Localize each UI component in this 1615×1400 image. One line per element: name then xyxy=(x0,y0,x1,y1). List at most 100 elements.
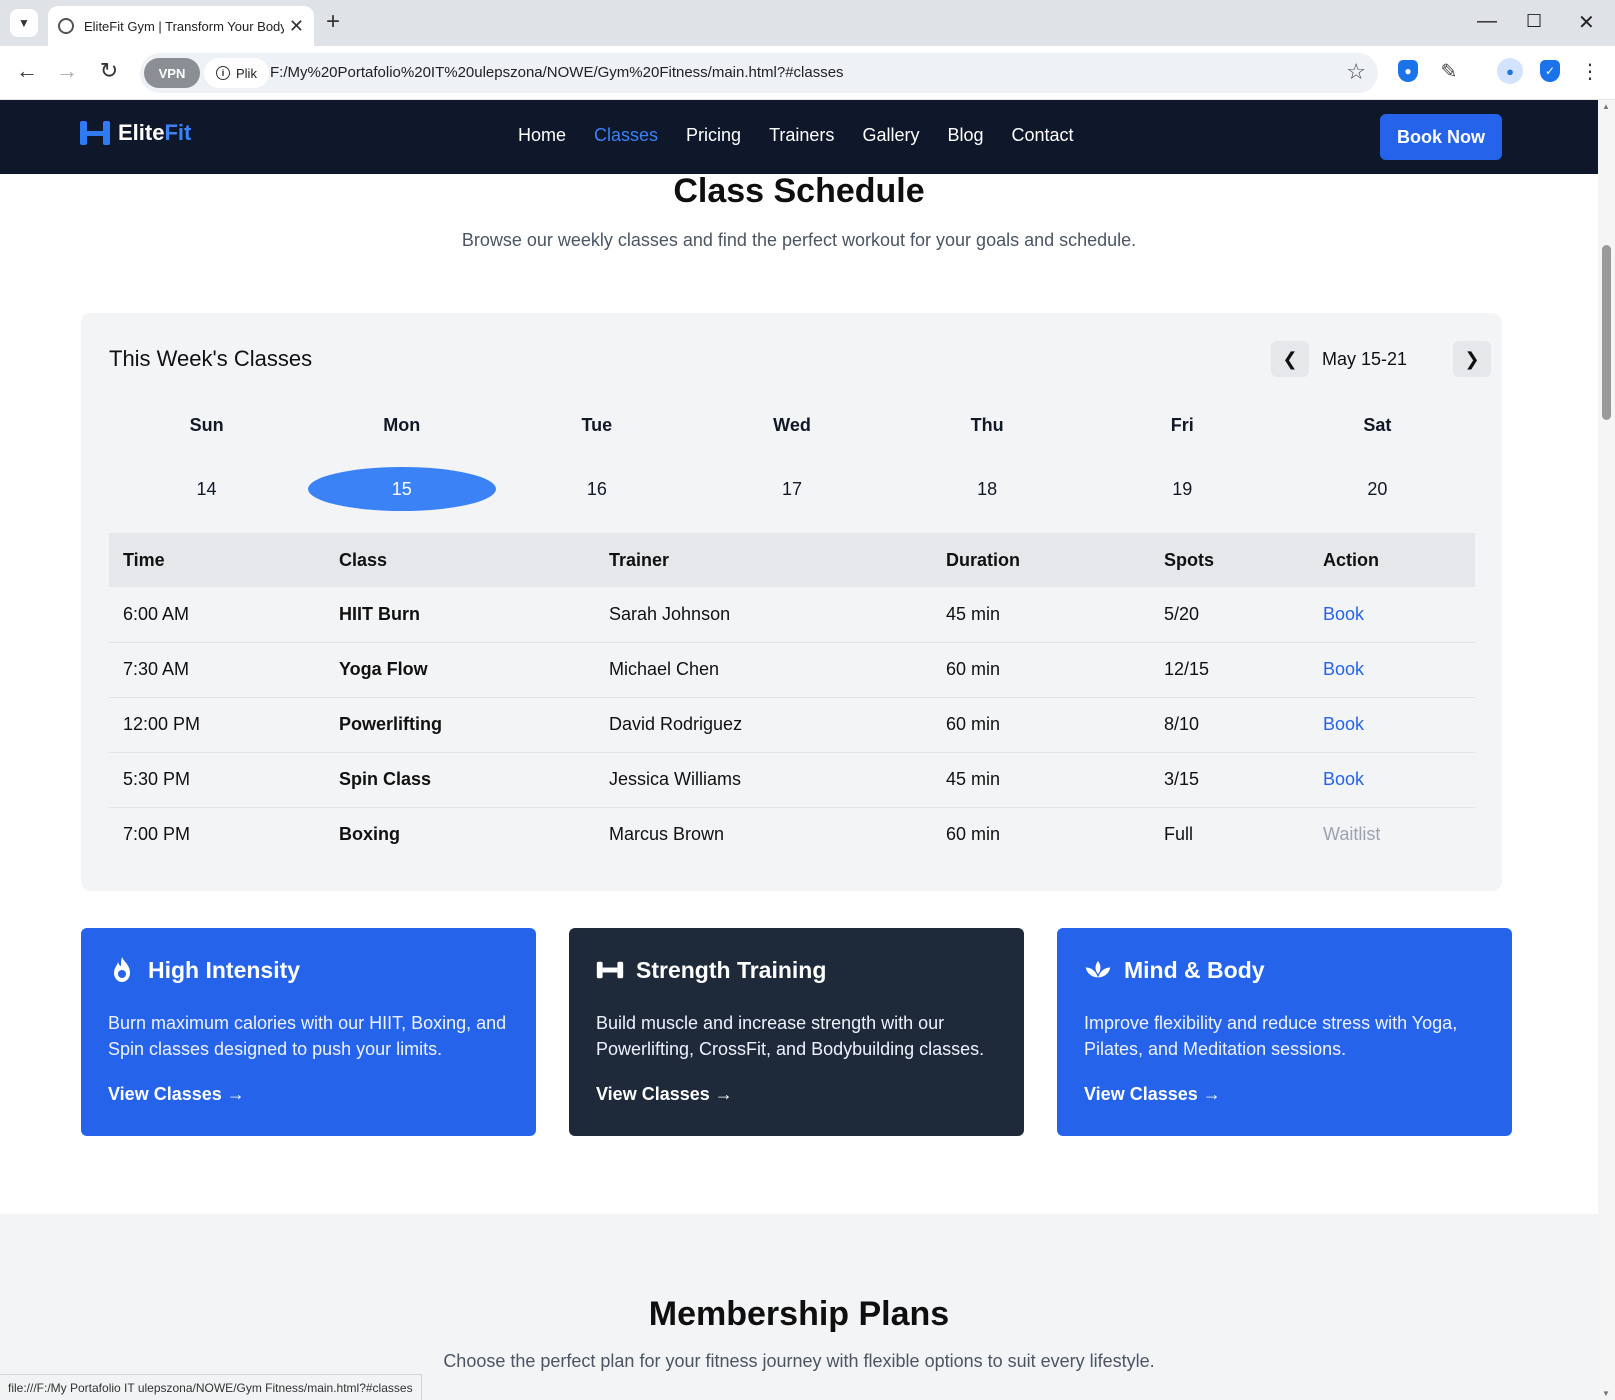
feature-description: Improve flexibility and reduce stress wi… xyxy=(1084,1013,1458,1059)
address-bar[interactable]: VPN i Plik F:/My%20Portafolio%20IT%20ule… xyxy=(140,53,1378,93)
day-number[interactable]: 16 xyxy=(503,467,691,511)
nav-gallery[interactable]: Gallery xyxy=(862,125,919,146)
nav-pricing[interactable]: Pricing xyxy=(686,125,741,146)
scroll-thumb[interactable] xyxy=(1602,245,1611,420)
day-name: Sun xyxy=(189,415,224,435)
browser-menu-icon[interactable]: ⋮ xyxy=(1577,58,1603,84)
nav-trainers[interactable]: Trainers xyxy=(769,125,834,146)
cell-class: HIIT Burn xyxy=(325,587,595,643)
table-row: 7:00 PM Boxing Marcus Brown 60 min Full … xyxy=(109,807,1475,862)
table-row: 6:00 AM HIIT Burn Sarah Johnson 45 min 5… xyxy=(109,587,1475,643)
col-header-spots: Spots xyxy=(1150,533,1309,587)
globe-icon xyxy=(58,18,74,34)
day-number[interactable]: 20 xyxy=(1283,467,1471,511)
view-classes-link[interactable]: View Classes → xyxy=(108,1084,245,1105)
cell-class: Boxing xyxy=(339,824,400,845)
prev-week-chevron-icon[interactable]: ❮ xyxy=(1271,341,1309,377)
lotus-icon xyxy=(1084,956,1112,984)
security-check-icon[interactable]: ✓ xyxy=(1537,58,1563,84)
col-header-time: Time xyxy=(109,533,325,587)
flame-icon xyxy=(108,956,136,984)
day-number[interactable]: 18 xyxy=(893,467,1081,511)
week-title: This Week's Classes xyxy=(109,346,313,371)
day-column[interactable]: Tue 16 xyxy=(499,413,694,511)
minimize-icon[interactable]: — xyxy=(1477,10,1497,33)
day-number-selected[interactable]: 15 xyxy=(307,467,496,511)
scroll-down-arrow-icon[interactable]: ▼ xyxy=(1602,1389,1610,1398)
back-arrow-icon[interactable]: ← xyxy=(12,58,42,84)
browser-tab-bar: ▼ EliteFit Gym | Transform Your Body ✕ +… xyxy=(0,0,1615,46)
book-now-button[interactable]: Book Now xyxy=(1380,114,1502,160)
day-column[interactable]: Wed 17 xyxy=(694,413,889,511)
extensions-puzzle-icon[interactable]: ✎ xyxy=(1436,58,1462,84)
cell-duration: 45 min xyxy=(932,587,1150,643)
page-scrollbar[interactable]: ▲ ▼ xyxy=(1598,100,1615,1400)
day-number[interactable]: 19 xyxy=(1088,467,1276,511)
day-column[interactable]: Fri 19 xyxy=(1085,413,1280,511)
view-classes-link[interactable]: View Classes → xyxy=(596,1084,733,1105)
main-nav: Home Classes Pricing Trainers Gallery Bl… xyxy=(518,125,1074,146)
browser-toolbar: ← → ↻ VPN i Plik F:/My%20Portafolio%20IT… xyxy=(0,46,1615,100)
cell-spots: 3/15 xyxy=(1150,752,1309,808)
book-link[interactable]: Book xyxy=(1323,714,1364,734)
nav-blog[interactable]: Blog xyxy=(947,125,983,146)
cell-trainer: Jessica Williams xyxy=(595,752,932,808)
book-link[interactable]: Book xyxy=(1323,659,1364,679)
nav-home[interactable]: Home xyxy=(518,125,566,146)
book-link[interactable]: Book xyxy=(1323,769,1364,789)
cell-trainer: Michael Chen xyxy=(595,642,932,698)
site-info-chip[interactable]: i Plik xyxy=(204,58,269,88)
day-column[interactable]: Sat 20 xyxy=(1280,413,1475,511)
day-number[interactable]: 14 xyxy=(113,467,301,511)
day-column[interactable]: Sun 14 xyxy=(109,413,304,511)
feature-card-strength-training: Strength Training Build muscle and incre… xyxy=(569,928,1024,1136)
schedule-subtitle: Browse our weekly classes and find the p… xyxy=(461,230,1137,250)
nav-contact[interactable]: Contact xyxy=(1011,125,1073,146)
membership-subtitle: Choose the perfect plan for your fitness… xyxy=(443,1351,1155,1371)
view-classes-link[interactable]: View Classes → xyxy=(1084,1084,1221,1105)
cell-time: 6:00 AM xyxy=(109,587,325,643)
day-number[interactable]: 17 xyxy=(698,467,886,511)
day-column[interactable]: Mon 15 xyxy=(304,413,499,511)
site-header: EliteFit Home Classes Pricing Trainers G… xyxy=(0,100,1598,174)
tab-list-chevron-icon[interactable]: ▼ xyxy=(10,9,38,37)
cell-time: 7:30 AM xyxy=(109,642,325,698)
scroll-up-arrow-icon[interactable]: ▲ xyxy=(1602,102,1610,111)
cell-time: 7:00 PM xyxy=(123,824,191,845)
feature-title: High Intensity xyxy=(148,956,301,983)
tab-close-icon[interactable]: ✕ xyxy=(289,16,304,37)
browser-tab[interactable]: EliteFit Gym | Transform Your Body ✕ xyxy=(48,6,314,46)
vpn-chip[interactable]: VPN xyxy=(144,58,200,88)
cell-time: 12:00 PM xyxy=(109,697,325,753)
schedule-title: Class Schedule xyxy=(673,172,925,210)
site-logo[interactable]: EliteFit xyxy=(80,120,191,146)
cell-duration: 60 min xyxy=(946,824,1001,845)
logo-text-main: Elite xyxy=(118,120,165,145)
cell-duration: 45 min xyxy=(932,752,1150,808)
new-tab-plus-icon[interactable]: + xyxy=(326,8,340,36)
cell-spots: 5/20 xyxy=(1150,587,1309,643)
extension-shield-icon[interactable]: ● xyxy=(1395,58,1421,84)
cell-spots: Full xyxy=(1164,824,1194,845)
url-text[interactable]: F:/My%20Portafolio%20IT%20ulepszona/NOWE… xyxy=(270,64,844,81)
feature-description: Build muscle and increase strength with … xyxy=(596,1013,985,1059)
bookmark-star-icon[interactable]: ☆ xyxy=(1346,59,1366,85)
profile-avatar-icon[interactable]: ● xyxy=(1497,58,1523,84)
maximize-icon[interactable]: ☐ xyxy=(1526,11,1542,32)
nav-classes[interactable]: Classes xyxy=(594,125,658,146)
week-range: May 15-21 xyxy=(1322,349,1408,369)
next-week-chevron-icon[interactable]: ❯ xyxy=(1453,341,1491,377)
day-selector: Sun 14 Mon 15 Tue 16 Wed 17 Thu 18 Fri 1… xyxy=(109,413,1475,511)
day-name: Mon xyxy=(383,415,421,435)
book-link[interactable]: Book xyxy=(1323,604,1364,624)
reload-icon[interactable]: ↻ xyxy=(94,58,124,84)
waitlist-link[interactable]: Waitlist xyxy=(1323,824,1380,844)
window-close-icon[interactable]: ✕ xyxy=(1578,10,1595,35)
table-header-row: Time Class Trainer Duration Spots Action xyxy=(109,533,1475,587)
day-column[interactable]: Thu 18 xyxy=(890,413,1085,511)
cell-duration: 60 min xyxy=(932,697,1150,753)
table-row: 12:00 PM Powerlifting David Rodriguez 60… xyxy=(109,697,1475,753)
day-name: Sat xyxy=(1363,415,1392,435)
day-name: Wed xyxy=(773,415,811,435)
forward-arrow-icon[interactable]: → xyxy=(52,58,82,84)
